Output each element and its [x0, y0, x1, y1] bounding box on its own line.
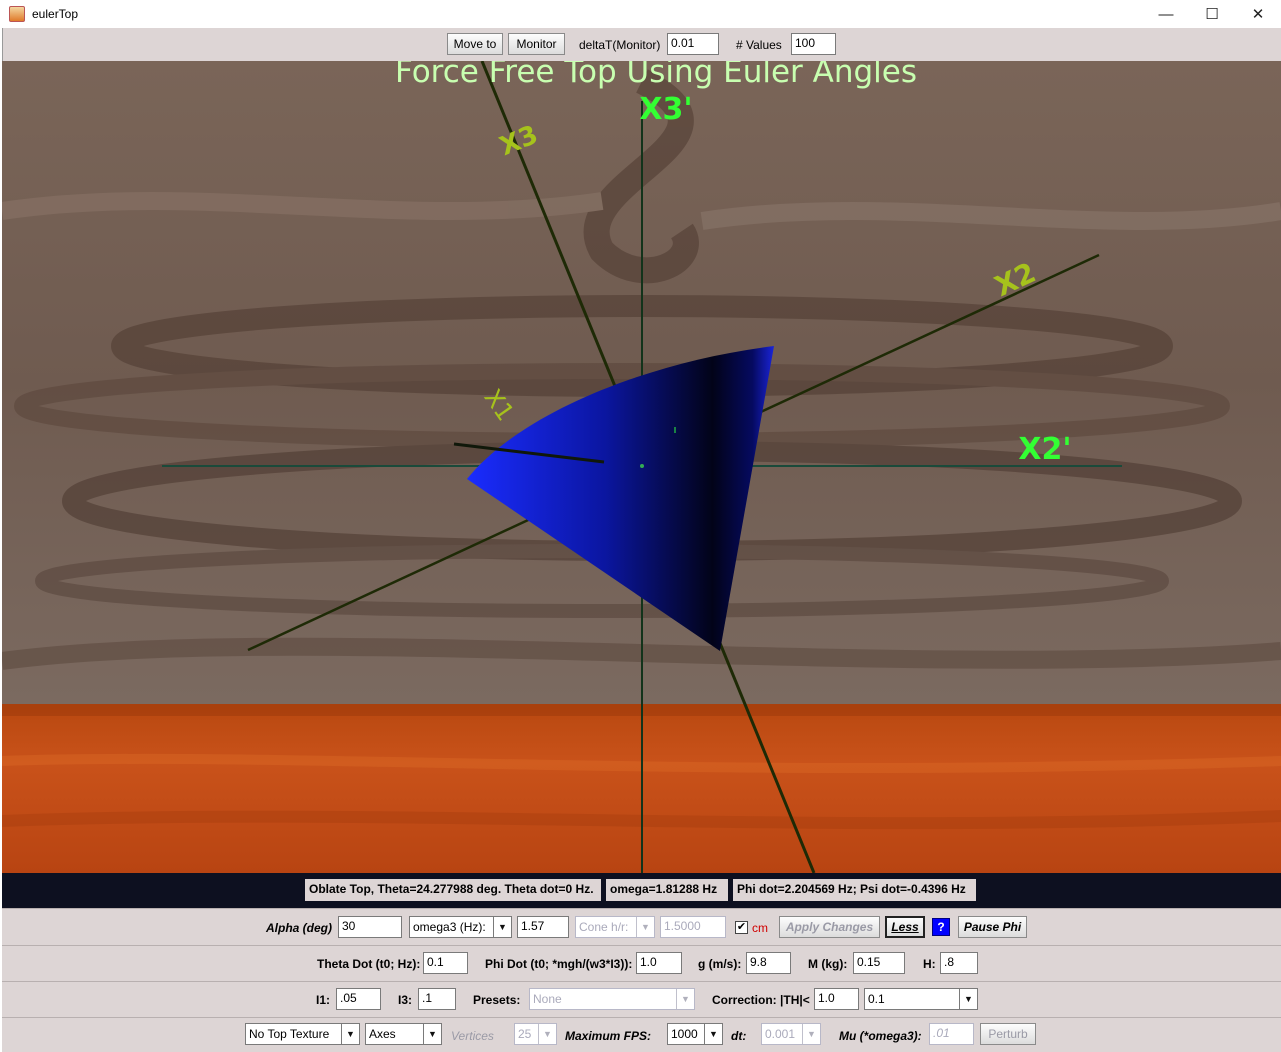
controls-row-2: Theta Dot (t0; Hz): 0.1 Phi Dot (t0; *mg… — [2, 945, 1281, 981]
chevron-down-icon: ▼ — [636, 917, 654, 937]
window-title: eulerTop — [32, 7, 79, 21]
deltat-label: deltaT(Monitor) — [579, 38, 661, 52]
gravity-input[interactable]: 9.8 — [746, 952, 791, 974]
chevron-down-icon: ▼ — [704, 1024, 722, 1044]
chevron-down-icon: ▼ — [802, 1024, 820, 1044]
monitor-button[interactable]: Monitor — [508, 33, 565, 55]
chevron-down-icon: ▼ — [493, 917, 511, 937]
vertices-label: Vertices — [451, 1029, 494, 1043]
correction-label: Correction: |TH|< — [712, 993, 810, 1007]
less-button[interactable]: Less — [885, 916, 925, 938]
texture-select-value: No Top Texture — [249, 1027, 330, 1041]
height-label: H: — [923, 957, 936, 971]
3d-scene-canvas[interactable]: Force Free Top Using Euler Angles X3' X2… — [2, 61, 1281, 873]
i1-label: I1: — [316, 993, 331, 1007]
mass-input[interactable]: 0.15 — [853, 952, 905, 974]
cm-checkbox[interactable]: ✔ — [735, 921, 748, 934]
correction-input[interactable]: 1.0 — [814, 988, 859, 1010]
presets-label: Presets: — [473, 993, 521, 1007]
cone-input: 1.5000 — [660, 916, 726, 938]
x3-prime-label: X3' — [639, 92, 692, 127]
move-to-button[interactable]: Move to — [447, 33, 503, 55]
window-titlebar: eulerTop — ☐ ✕ — [0, 0, 1281, 28]
i3-label: I3: — [398, 993, 413, 1007]
dt-select: 0.001 ▼ — [761, 1023, 821, 1045]
x2-prime-label: X2' — [1018, 432, 1071, 467]
maximize-button[interactable]: ☐ — [1189, 0, 1235, 28]
max-fps-select[interactable]: 1000 ▼ — [667, 1023, 723, 1045]
omega-select[interactable]: omega3 (Hz): ▼ — [409, 916, 512, 938]
theta-dot-input[interactable]: 0.1 — [423, 952, 468, 974]
chevron-down-icon: ▼ — [423, 1024, 441, 1044]
oblate-status: Oblate Top, Theta=24.277988 deg. Theta d… — [305, 879, 601, 901]
chevron-down-icon: ▼ — [341, 1024, 359, 1044]
chevron-down-icon: ▼ — [676, 989, 694, 1009]
phi-dot-label: Phi Dot (t0; *mgh/(w3*I3)): — [485, 957, 633, 971]
apply-changes-button[interactable]: Apply Changes — [779, 916, 880, 938]
chevron-down-icon: ▼ — [538, 1024, 556, 1044]
controls-row-3: I1: .05 I3: .1 Presets: None ▼ Correctio… — [2, 981, 1281, 1017]
phi-psi-status: Phi dot=2.204569 Hz; Psi dot=-0.4396 Hz — [733, 879, 976, 901]
i3-input[interactable]: .1 — [418, 988, 456, 1010]
chevron-down-icon: ▼ — [959, 989, 977, 1009]
omega-status: omega=1.81288 Hz — [606, 879, 728, 901]
help-button[interactable]: ? — [932, 918, 950, 936]
monitor-toolbar: Move to Monitor deltaT(Monitor) 0.01 # V… — [2, 28, 1281, 61]
mu-input: .01 — [929, 1023, 974, 1045]
alpha-label: Alpha (deg) — [266, 921, 332, 935]
center-of-mass-dot — [640, 464, 644, 468]
texture-select[interactable]: No Top Texture ▼ — [245, 1023, 360, 1045]
theta-dot-label: Theta Dot (t0; Hz): — [317, 957, 421, 971]
perturb-button[interactable]: Perturb — [980, 1023, 1036, 1045]
controls-row-4: No Top Texture ▼ Axes ▼ Vertices 25 ▼ Ma… — [2, 1017, 1281, 1052]
phi-dot-input[interactable]: 1.0 — [636, 952, 682, 974]
mu-label: Mu (*omega3): — [839, 1029, 922, 1043]
dt-label: dt: — [731, 1029, 747, 1043]
presets-select-value: None — [533, 992, 562, 1006]
minimize-button[interactable]: — — [1143, 0, 1189, 28]
status-bar: Oblate Top, Theta=24.277988 deg. Theta d… — [2, 873, 1281, 908]
cone-select: Cone h/r: ▼ — [575, 916, 655, 938]
controls-row-1: Alpha (deg) 30 omega3 (Hz): ▼ 1.57 Cone … — [2, 908, 1281, 945]
mass-label: M (kg): — [808, 957, 848, 971]
window-controls: — ☐ ✕ — [1143, 0, 1281, 28]
pause-phi-button[interactable]: Pause Phi — [958, 916, 1027, 938]
values-input[interactable]: 100 — [791, 33, 836, 55]
java-app-icon — [9, 6, 25, 22]
alpha-input[interactable]: 30 — [338, 916, 402, 938]
gravity-label: g (m/s): — [698, 957, 742, 971]
close-button[interactable]: ✕ — [1235, 0, 1281, 28]
vertices-select: 25 ▼ — [514, 1023, 557, 1045]
deltat-input[interactable]: 0.01 — [667, 33, 719, 55]
max-fps-label: Maximum FPS: — [565, 1029, 652, 1043]
cm-label: cm — [752, 921, 768, 935]
axes-select[interactable]: Axes ▼ — [365, 1023, 442, 1045]
scene-title: Force Free Top Using Euler Angles — [395, 61, 917, 90]
i1-input[interactable]: .05 — [336, 988, 381, 1010]
presets-select: None ▼ — [529, 988, 695, 1010]
correction-select[interactable]: 0.1 ▼ — [864, 988, 978, 1010]
values-label: # Values — [736, 38, 782, 52]
omega-input[interactable]: 1.57 — [517, 916, 569, 938]
height-input[interactable]: .8 — [940, 952, 978, 974]
